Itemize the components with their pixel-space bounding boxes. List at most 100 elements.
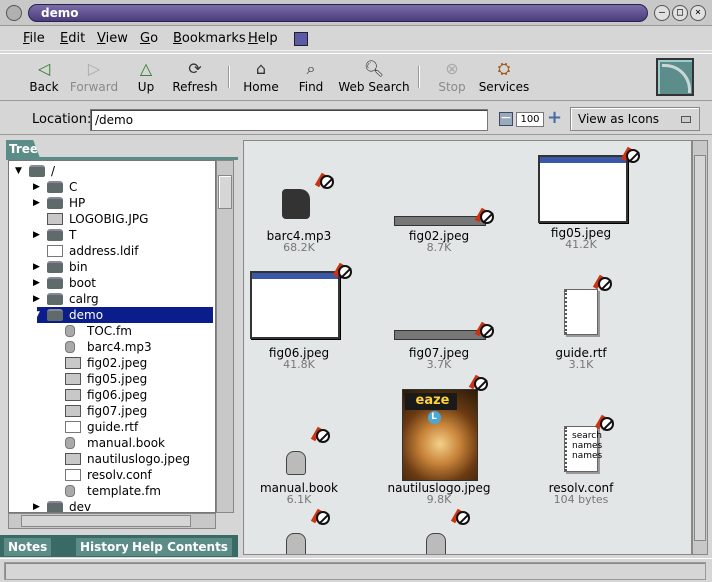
up-label: Up — [137, 80, 155, 94]
toolbar-separator — [418, 66, 420, 88]
tree-row[interactable]: ▶ T — [9, 227, 215, 243]
image-icon — [47, 213, 63, 225]
folder-icon — [47, 293, 63, 305]
menu-bookmarks[interactable]: Bookmarks — [173, 31, 246, 46]
tree-row[interactable]: ▶ boot — [9, 275, 215, 291]
tree-row-label: nautiluslogo.jpeg — [87, 452, 190, 466]
folder-icon — [47, 277, 63, 289]
tree-row[interactable]: manual.book — [9, 435, 215, 451]
tree-row[interactable]: ▶ calrg — [9, 291, 215, 307]
document-file-icon — [564, 289, 598, 335]
scroll-thumb[interactable] — [218, 175, 232, 209]
tree-row[interactable]: nautiluslogo.jpeg — [9, 451, 215, 467]
home-button[interactable]: ⌂ Home — [242, 58, 280, 94]
menu-extra-icon[interactable] — [294, 32, 308, 46]
toolbar-separator — [228, 66, 230, 88]
tab-notes[interactable]: Notes — [4, 538, 52, 556]
icon-view[interactable]: barc4.mp3 68.2K fig02.jpeg 8.7K fig05.jpeg 41… — [243, 140, 692, 555]
tree-row[interactable]: fig02.jpeg — [9, 355, 215, 371]
image-thumbnail-icon — [538, 155, 628, 223]
tree-row[interactable]: ▼ demo — [33, 307, 213, 323]
collapse-arrow-icon[interactable]: ▼ — [33, 307, 43, 323]
tree-row[interactable]: fig07.jpeg — [9, 403, 215, 419]
tree-row-label: fig05.jpeg — [87, 372, 148, 386]
menu-help[interactable]: Help — [248, 31, 278, 46]
file-size: 3.1K — [568, 358, 594, 371]
zoom-level[interactable]: 100 — [516, 112, 544, 127]
tree-vertical-scrollbar[interactable] — [216, 160, 234, 513]
back-label: Back — [29, 80, 59, 94]
tab-tree[interactable]: Tree — [6, 140, 40, 158]
expand-arrow-icon[interactable]: ▶ — [33, 291, 43, 307]
tree-row[interactable]: ▼ / — [9, 163, 215, 179]
stop-icon: ⊗ — [445, 59, 459, 78]
audio-file-icon — [282, 189, 310, 219]
menu-file[interactable]: File — [23, 31, 45, 46]
expand-arrow-icon[interactable]: ▶ — [33, 195, 43, 211]
tab-help-contents[interactable]: Help Contents — [128, 538, 232, 556]
title-bar[interactable]: demo – □ × — [0, 0, 712, 26]
tree-row[interactable]: ▶ C — [9, 179, 215, 195]
tree-row[interactable]: template.fm — [9, 483, 215, 499]
tree-row[interactable]: resolv.conf — [9, 467, 215, 483]
location-label: Location: — [32, 112, 92, 127]
tree-row-label: calrg — [69, 292, 99, 306]
tree-row[interactable]: fig05.jpeg — [9, 371, 215, 387]
tree-row[interactable]: ▶ bin — [9, 259, 215, 275]
tree-row[interactable]: TOC.fm — [9, 323, 215, 339]
tree-row-label: C — [69, 180, 78, 194]
tree-row-label: fig07.jpeg — [87, 404, 148, 418]
minimize-icon[interactable]: – — [654, 5, 670, 21]
tree-row-label: bin — [69, 260, 88, 274]
expand-arrow-icon[interactable]: ▶ — [33, 499, 43, 512]
expand-arrow-icon[interactable]: ▶ — [33, 227, 43, 243]
tree-row[interactable]: ▶ HP — [9, 195, 215, 211]
tree-horizontal-scrollbar[interactable] — [8, 513, 216, 529]
view-as-dropdown[interactable]: View as Icons — [570, 107, 700, 131]
zoom-in-icon[interactable]: + — [547, 109, 562, 127]
close-icon[interactable]: × — [690, 5, 706, 21]
find-button[interactable]: ⌕ Find — [296, 58, 326, 94]
main-vertical-scrollbar[interactable] — [692, 140, 708, 555]
services-button[interactable]: ⛭ Services — [478, 58, 530, 94]
file-size: 9.8K — [426, 493, 452, 506]
tree-row[interactable]: address.ldif — [9, 243, 215, 259]
scroll-thumb[interactable] — [694, 155, 706, 541]
tab-history[interactable]: History — [76, 538, 134, 556]
tree-row-label: template.fm — [87, 484, 161, 498]
collapse-arrow-icon[interactable]: ▼ — [15, 163, 25, 179]
zoom-out-icon[interactable]: − — [499, 111, 513, 126]
forward-label: Forward — [69, 80, 119, 94]
tree-row[interactable]: ▶ dev — [9, 499, 215, 512]
web-search-button[interactable]: 🔍︎ Web Search — [338, 58, 410, 94]
no-write-emblem-icon — [320, 175, 334, 189]
tree-view[interactable]: ▼ / ▶ C ▶ HP LOGOBIG.JPG ▶ Taddress.ldif ▶ bin ▶ boo… — [8, 160, 216, 513]
menu-view[interactable]: View — [97, 31, 128, 46]
preview-line: search — [572, 431, 602, 441]
expand-arrow-icon[interactable]: ▶ — [33, 179, 43, 195]
refresh-button[interactable]: ⟳ Refresh — [172, 58, 218, 94]
piston-icon — [65, 485, 75, 497]
expand-arrow-icon[interactable]: ▶ — [33, 259, 43, 275]
location-input[interactable]: /demo — [90, 109, 488, 131]
menu-go[interactable]: Go — [140, 31, 158, 46]
maximize-icon[interactable]: □ — [672, 5, 688, 21]
up-button[interactable]: △ Up — [134, 58, 158, 94]
tree-row[interactable]: guide.rtf — [9, 419, 215, 435]
window-menu-icon[interactable] — [6, 5, 22, 21]
menu-edit[interactable]: Edit — [60, 31, 85, 46]
view-as-label: View as Icons — [578, 112, 660, 126]
expand-arrow-icon[interactable]: ▶ — [33, 275, 43, 291]
scroll-thumb[interactable] — [21, 515, 191, 527]
back-button[interactable]: ◁ Back — [26, 58, 62, 94]
tree-row[interactable]: barc4.mp3 — [9, 339, 215, 355]
stop-button[interactable]: ⊗ Stop — [438, 58, 466, 94]
forward-arrow-icon: ▷ — [87, 59, 101, 78]
tree-row-label: guide.rtf — [87, 420, 139, 434]
tree-row[interactable]: fig06.jpeg — [9, 387, 215, 403]
forward-button[interactable]: ▷ Forward — [68, 58, 120, 94]
folder-icon — [47, 197, 63, 209]
tree-row[interactable]: LOGOBIG.JPG — [9, 211, 215, 227]
audio-icon — [65, 341, 75, 353]
menu-bar: File Edit View Go Bookmarks Help — [0, 27, 712, 51]
